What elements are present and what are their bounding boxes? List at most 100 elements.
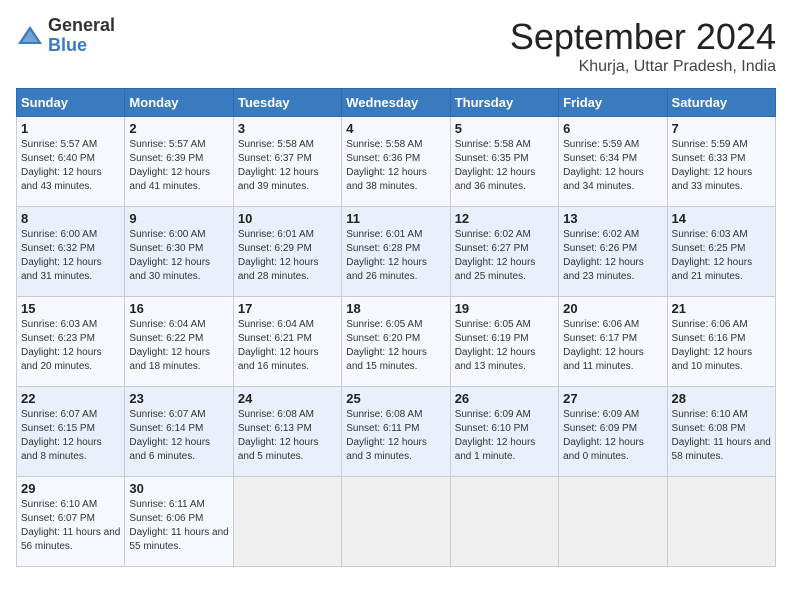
day-detail: Sunrise: 6:02 AMSunset: 6:26 PMDaylight:…: [563, 229, 644, 282]
table-row: 15 Sunrise: 6:03 AMSunset: 6:23 PMDayligh…: [17, 297, 125, 387]
table-row: 25Sunrise: 6:08 AMSunset: 6:11 PMDayligh…: [342, 387, 450, 477]
table-row: [450, 477, 558, 567]
day-number: 3: [238, 121, 337, 136]
day-detail: Sunrise: 6:00 AMSunset: 6:30 PMDaylight:…: [129, 229, 210, 282]
table-row: 23 Sunrise: 6:07 AMSunset: 6:14 PMDayligh…: [125, 387, 233, 477]
day-detail: Sunrise: 6:11 AMSunset: 6:06 PMDaylight:…: [129, 499, 228, 552]
logo-text: General Blue: [48, 16, 115, 56]
table-row: 4Sunrise: 5:58 AMSunset: 6:36 PMDaylight…: [342, 117, 450, 207]
day-number: 13: [563, 211, 662, 226]
day-detail: Sunrise: 6:03 AMSunset: 6:23 PMDaylight:…: [21, 319, 102, 372]
day-number: 11: [346, 211, 445, 226]
table-row: 3 Sunrise: 5:58 AMSunset: 6:37 PMDaylight…: [233, 117, 341, 207]
col-tuesday: Tuesday: [233, 89, 341, 117]
day-detail: Sunrise: 5:58 AMSunset: 6:37 PMDaylight:…: [238, 139, 319, 192]
day-number: 21: [672, 301, 771, 316]
table-row: 8 Sunrise: 6:00 AMSunset: 6:32 PMDaylight…: [17, 207, 125, 297]
col-thursday: Thursday: [450, 89, 558, 117]
calendar-row: 15 Sunrise: 6:03 AMSunset: 6:23 PMDayligh…: [17, 297, 776, 387]
col-saturday: Saturday: [667, 89, 775, 117]
day-number: 15: [21, 301, 120, 316]
table-row: [233, 477, 341, 567]
table-row: 9 Sunrise: 6:00 AMSunset: 6:30 PMDaylight…: [125, 207, 233, 297]
month-title: September 2024: [510, 16, 776, 58]
day-detail: Sunrise: 5:59 AMSunset: 6:34 PMDaylight:…: [563, 139, 644, 192]
logo: General Blue: [16, 16, 115, 56]
day-number: 19: [455, 301, 554, 316]
day-number: 2: [129, 121, 228, 136]
header-row: Sunday Monday Tuesday Wednesday Thursday…: [17, 89, 776, 117]
day-detail: Sunrise: 6:05 AMSunset: 6:19 PMDaylight:…: [455, 319, 536, 372]
day-number: 26: [455, 391, 554, 406]
day-number: 27: [563, 391, 662, 406]
day-detail: Sunrise: 6:09 AMSunset: 6:10 PMDaylight:…: [455, 409, 536, 462]
logo-icon: [16, 22, 44, 50]
table-row: 20 Sunrise: 6:06 AMSunset: 6:17 PMDayligh…: [559, 297, 667, 387]
table-row: [342, 477, 450, 567]
day-detail: Sunrise: 6:08 AMSunset: 6:13 PMDaylight:…: [238, 409, 319, 462]
col-wednesday: Wednesday: [342, 89, 450, 117]
table-row: [559, 477, 667, 567]
table-row: 11 Sunrise: 6:01 AMSunset: 6:28 PMDayligh…: [342, 207, 450, 297]
day-detail: Sunrise: 6:07 AMSunset: 6:14 PMDaylight:…: [129, 409, 210, 462]
day-detail: Sunrise: 6:00 AMSunset: 6:32 PMDaylight:…: [21, 229, 102, 282]
day-detail: Sunrise: 6:10 AMSunset: 6:08 PMDaylight:…: [672, 409, 771, 462]
calendar-row: 8 Sunrise: 6:00 AMSunset: 6:32 PMDaylight…: [17, 207, 776, 297]
day-detail: Sunrise: 6:01 AMSunset: 6:29 PMDaylight:…: [238, 229, 319, 282]
calendar-row: 22 Sunrise: 6:07 AMSunset: 6:15 PMDayligh…: [17, 387, 776, 477]
calendar-row: 29 Sunrise: 6:10 AMSunset: 6:07 PMDayligh…: [17, 477, 776, 567]
day-number: 10: [238, 211, 337, 226]
day-number: 6: [563, 121, 662, 136]
day-number: 28: [672, 391, 771, 406]
table-row: 24Sunrise: 6:08 AMSunset: 6:13 PMDayligh…: [233, 387, 341, 477]
table-row: 12 Sunrise: 6:02 AMSunset: 6:27 PMDayligh…: [450, 207, 558, 297]
day-number: 8: [21, 211, 120, 226]
table-row: 30Sunrise: 6:11 AMSunset: 6:06 PMDayligh…: [125, 477, 233, 567]
day-detail: Sunrise: 6:06 AMSunset: 6:16 PMDaylight:…: [672, 319, 753, 372]
calendar-row: 1Sunrise: 5:57 AMSunset: 6:40 PMDaylight…: [17, 117, 776, 207]
day-detail: Sunrise: 6:04 AMSunset: 6:21 PMDaylight:…: [238, 319, 319, 372]
logo-general: General: [48, 16, 115, 36]
title-block: September 2024 Khurja, Uttar Pradesh, In…: [510, 16, 776, 76]
table-row: [667, 477, 775, 567]
table-row: 14 Sunrise: 6:03 AMSunset: 6:25 PMDayligh…: [667, 207, 775, 297]
day-detail: Sunrise: 6:03 AMSunset: 6:25 PMDaylight:…: [672, 229, 753, 282]
day-detail: Sunrise: 6:09 AMSunset: 6:09 PMDaylight:…: [563, 409, 644, 462]
day-number: 14: [672, 211, 771, 226]
day-detail: Sunrise: 6:06 AMSunset: 6:17 PMDaylight:…: [563, 319, 644, 372]
day-number: 22: [21, 391, 120, 406]
day-number: 12: [455, 211, 554, 226]
day-number: 1: [21, 121, 120, 136]
table-row: 10 Sunrise: 6:01 AMSunset: 6:29 PMDayligh…: [233, 207, 341, 297]
day-number: 23: [129, 391, 228, 406]
day-number: 18: [346, 301, 445, 316]
day-detail: Sunrise: 6:10 AMSunset: 6:07 PMDaylight:…: [21, 499, 120, 552]
day-detail: Sunrise: 6:02 AMSunset: 6:27 PMDaylight:…: [455, 229, 536, 282]
table-row: 18Sunrise: 6:05 AMSunset: 6:20 PMDayligh…: [342, 297, 450, 387]
day-number: 5: [455, 121, 554, 136]
table-row: 7 Sunrise: 5:59 AMSunset: 6:33 PMDaylight…: [667, 117, 775, 207]
table-row: 13 Sunrise: 6:02 AMSunset: 6:26 PMDayligh…: [559, 207, 667, 297]
day-detail: Sunrise: 5:58 AMSunset: 6:35 PMDaylight:…: [455, 139, 536, 192]
day-detail: Sunrise: 5:59 AMSunset: 6:33 PMDaylight:…: [672, 139, 753, 192]
day-number: 20: [563, 301, 662, 316]
day-detail: Sunrise: 6:07 AMSunset: 6:15 PMDaylight:…: [21, 409, 102, 462]
table-row: 2 Sunrise: 5:57 AMSunset: 6:39 PMDaylight…: [125, 117, 233, 207]
table-row: 28 Sunrise: 6:10 AMSunset: 6:08 PMDayligh…: [667, 387, 775, 477]
table-row: 1Sunrise: 5:57 AMSunset: 6:40 PMDaylight…: [17, 117, 125, 207]
table-row: 16Sunrise: 6:04 AMSunset: 6:22 PMDayligh…: [125, 297, 233, 387]
day-number: 29: [21, 481, 120, 496]
day-number: 7: [672, 121, 771, 136]
table-row: 6 Sunrise: 5:59 AMSunset: 6:34 PMDaylight…: [559, 117, 667, 207]
calendar-table: Sunday Monday Tuesday Wednesday Thursday…: [16, 88, 776, 567]
table-row: 21 Sunrise: 6:06 AMSunset: 6:16 PMDayligh…: [667, 297, 775, 387]
logo-blue: Blue: [48, 36, 115, 56]
table-row: 27 Sunrise: 6:09 AMSunset: 6:09 PMDayligh…: [559, 387, 667, 477]
day-number: 4: [346, 121, 445, 136]
day-number: 17: [238, 301, 337, 316]
table-row: 19 Sunrise: 6:05 AMSunset: 6:19 PMDayligh…: [450, 297, 558, 387]
day-detail: Sunrise: 6:01 AMSunset: 6:28 PMDaylight:…: [346, 229, 427, 282]
day-number: 9: [129, 211, 228, 226]
day-detail: Sunrise: 5:57 AMSunset: 6:39 PMDaylight:…: [129, 139, 210, 192]
day-number: 16: [129, 301, 228, 316]
